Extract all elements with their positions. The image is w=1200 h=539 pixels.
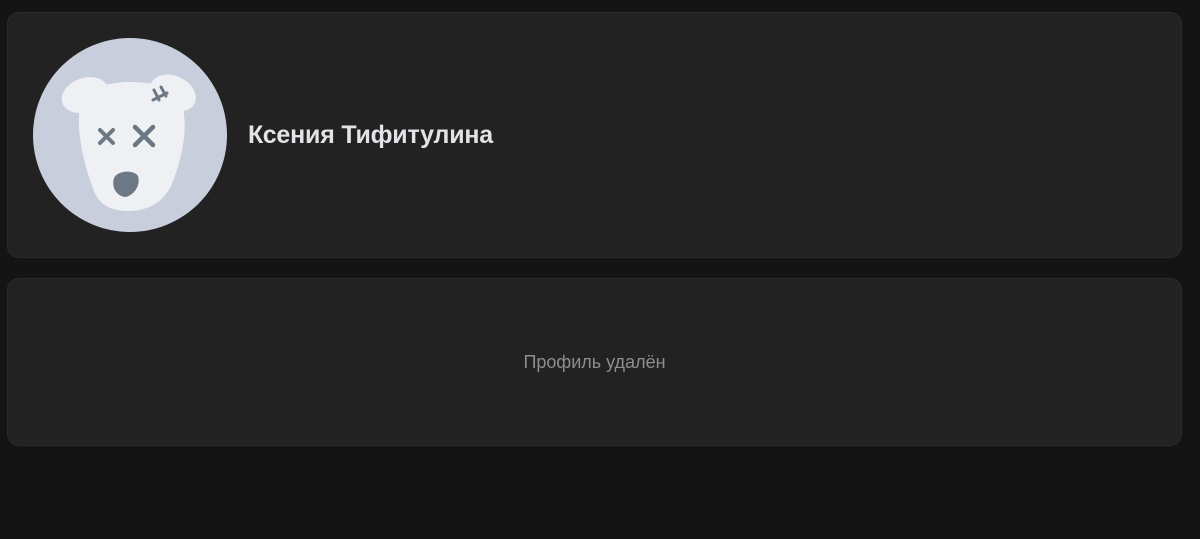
profile-status-card: Профиль удалён <box>7 278 1182 446</box>
profile-header-card: Ксения Тифитулина <box>7 12 1182 258</box>
avatar[interactable] <box>33 38 227 232</box>
profile-name: Ксения Тифитулина <box>248 121 493 149</box>
profile-deleted-message: Профиль удалён <box>523 352 666 372</box>
deactivated-dog-icon <box>33 38 227 232</box>
